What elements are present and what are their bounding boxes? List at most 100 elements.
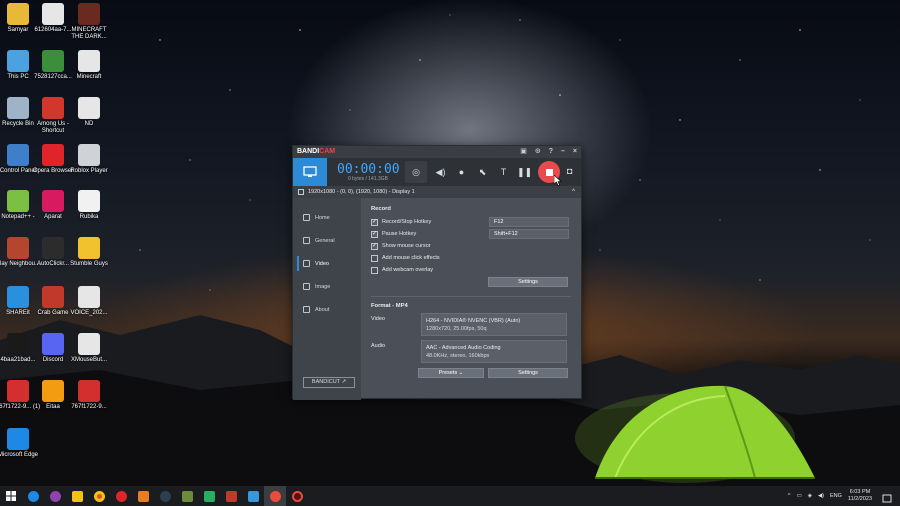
close-icon[interactable]: ×	[573, 146, 577, 158]
video-settings-panel: Record ✓ Record/Stop Hotkey F12 ✓ Pause Hotk…	[361, 198, 581, 400]
presets-button[interactable]: Presets ⌄	[418, 368, 484, 378]
nav-item-label: Video	[315, 260, 329, 267]
app-icon	[78, 380, 100, 402]
taskbar-minecraft[interactable]	[176, 486, 198, 506]
taskbar-app-blue[interactable]	[242, 486, 264, 506]
desktop-icon[interactable]: Minecraft	[66, 50, 112, 81]
app-icon	[78, 50, 100, 72]
text-overlay-icon[interactable]: T	[496, 165, 511, 180]
taskbar-app-purple[interactable]	[44, 486, 66, 506]
bandicam-toolbar: 00:00:00 0 bytes / 141.3GB ◎ ◀) ● ⬉ T ❚❚…	[293, 158, 581, 186]
microphone-icon[interactable]: ●	[454, 165, 469, 180]
camera-icon[interactable]: ◘	[567, 166, 572, 176]
lock-icon[interactable]: ⊙	[535, 146, 541, 158]
home-icon	[303, 214, 310, 221]
option-checkbox[interactable]	[371, 266, 378, 274]
desktop-icon[interactable]: Microsoft Edge	[0, 428, 41, 459]
option-label: Show mouse cursor	[382, 243, 431, 249]
option-label: Record/Stop Hotkey	[382, 219, 432, 225]
video-format-label: Video	[371, 316, 385, 322]
record-settings-button[interactable]: Settings	[488, 277, 568, 287]
desktop-icon[interactable]: ND	[66, 97, 112, 128]
desktop-icon-label: Roblox Player	[70, 168, 108, 174]
hotkey-field[interactable]: Shift+F12	[489, 229, 569, 239]
volume-icon[interactable]: ◀)	[818, 493, 824, 499]
option-checkbox[interactable]	[371, 254, 378, 262]
stop-icon	[545, 168, 553, 176]
record-option-row: Add mouse click effects	[371, 252, 571, 264]
nav-item-home[interactable]: Home	[293, 206, 361, 229]
hotkey-field[interactable]: F12	[489, 217, 569, 227]
taskbar-chrome[interactable]	[88, 486, 110, 506]
taskbar-app-orange[interactable]	[132, 486, 154, 506]
video-codec: H264 - NVIDIA® NVENC (VBR) (Auto)	[426, 318, 521, 324]
speaker-icon[interactable]: ◀)	[433, 165, 448, 180]
nav-item-about[interactable]: About	[293, 298, 361, 321]
start-button[interactable]	[0, 486, 22, 506]
app-icon	[78, 333, 100, 355]
chevron-up-icon[interactable]: ^	[572, 186, 575, 198]
taskbar-file-explorer[interactable]	[66, 486, 88, 506]
nav-item-video[interactable]: Video	[293, 252, 361, 275]
desktop-icon-label: Rubika	[79, 214, 99, 220]
notification-icon[interactable]	[882, 491, 892, 506]
taskbar-steam[interactable]	[154, 486, 176, 506]
app-icon	[78, 286, 100, 308]
chevron-up-icon[interactable]: ^	[788, 493, 791, 499]
record-option-row: ✓ Show mouse cursor	[371, 240, 571, 252]
pause-icon[interactable]: ❚❚	[517, 165, 532, 180]
recording-target-bar[interactable]: 1920x1080 - (0, 0), (1920, 1080) - Displ…	[293, 186, 581, 198]
taskbar-app-record[interactable]	[286, 486, 308, 506]
option-checkbox[interactable]: ✓	[371, 218, 378, 226]
nav-item-label: About	[315, 306, 330, 313]
audio-format-box[interactable]: AAC - Advanced Audio Coding 48.0KHz, ste…	[421, 340, 567, 363]
option-checkbox[interactable]: ✓	[371, 230, 378, 238]
mouse-cursor-icon[interactable]: ⬉	[475, 165, 490, 180]
desktop-icon[interactable]: MINECRAFT THE DARK...	[66, 3, 112, 41]
language-indicator[interactable]: ENG	[830, 493, 842, 499]
taskbar: ^ ▭ ◈ ◀) ENG 6:03 PM 11/2/2023	[0, 486, 900, 506]
video-format-box[interactable]: H264 - NVIDIA® NVENC (VBR) (Auto) 1280x7…	[421, 313, 567, 336]
app-icon	[78, 144, 100, 166]
desktop-icon[interactable]: Roblox Player	[66, 144, 112, 175]
desktop-icon[interactable]: XMouseBut...	[66, 333, 112, 364]
desktop-icon-label: VOICE_202...	[70, 310, 108, 316]
taskbar-opera[interactable]	[110, 486, 132, 506]
target-checkbox[interactable]	[298, 189, 304, 195]
option-label: Add mouse click effects	[382, 255, 440, 261]
audio-format-label: Audio	[371, 343, 386, 349]
folder-icon[interactable]: ▣	[520, 146, 527, 158]
help-icon[interactable]: ?	[549, 146, 553, 158]
clock[interactable]: 6:03 PM 11/2/2023	[848, 489, 872, 503]
desktop-icon[interactable]: Stumble Guys	[66, 237, 112, 268]
taskbar-app-red[interactable]	[220, 486, 242, 506]
webcam-icon[interactable]: ◎	[405, 161, 427, 183]
bandicam-title-bar[interactable]: BANDICAM ▣ ⊙ ? – ×	[293, 146, 581, 158]
app-icon	[7, 190, 29, 212]
desktop-icon[interactable]: 767f1722-9...	[66, 380, 112, 411]
desktop-icon-label: ND	[84, 121, 94, 127]
battery-icon[interactable]: ▭	[797, 493, 802, 499]
minimize-icon[interactable]: –	[561, 146, 565, 158]
format-settings-button[interactable]: Settings	[488, 368, 568, 378]
taskbar-edge[interactable]	[22, 486, 44, 506]
nav-item-image[interactable]: Image	[293, 275, 361, 298]
bandicut-button[interactable]: BANDICUT ↗	[303, 377, 355, 388]
chevron-down-icon: ⌄	[458, 370, 464, 376]
gear-icon	[303, 237, 310, 244]
taskbar-bandicam[interactable]	[264, 486, 286, 506]
taskbar-app-green[interactable]	[198, 486, 220, 506]
desktop-icon[interactable]: Rubika	[66, 190, 112, 221]
app-icon	[78, 190, 100, 212]
record-section-title: Record	[371, 206, 391, 212]
app-icon	[7, 3, 29, 25]
screen-mode-button[interactable]	[293, 158, 327, 186]
app-icon	[7, 286, 29, 308]
app-icon	[7, 380, 29, 402]
nav-item-general[interactable]: General	[293, 229, 361, 252]
bandicam-logo: BANDICAM	[297, 148, 336, 155]
option-checkbox[interactable]: ✓	[371, 242, 378, 250]
desktop-icon[interactable]: VOICE_202...	[66, 286, 112, 317]
format-section-title: Format - MP4	[371, 303, 408, 309]
network-icon[interactable]: ◈	[808, 493, 812, 499]
